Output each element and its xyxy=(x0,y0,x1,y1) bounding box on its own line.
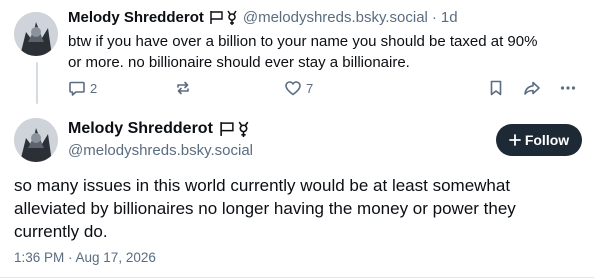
like-count: 7 xyxy=(306,80,314,96)
main-author-name[interactable]: Melody Shredderot xyxy=(68,120,213,138)
like-button[interactable]: 7 xyxy=(284,79,313,97)
main-timestamp[interactable]: 1:36 PM · Aug 17, 2026 xyxy=(14,250,156,265)
share-button[interactable] xyxy=(523,79,541,97)
parent-separator: · xyxy=(431,9,437,26)
main-post-text: so many issues in this world currently w… xyxy=(14,174,516,243)
repost-icon xyxy=(174,79,192,97)
follow-label: Follow xyxy=(524,132,570,148)
reply-icon xyxy=(68,79,86,97)
parent-avatar[interactable] xyxy=(14,12,58,56)
parent-author-name[interactable]: Melody Shredderot xyxy=(68,9,204,26)
thread-line xyxy=(36,62,38,104)
like-icon xyxy=(284,79,302,97)
main-text-line-2: alleviated by billionaires no longer hav… xyxy=(14,199,516,218)
pride-flag-icon xyxy=(209,10,224,25)
pride-flag-icon xyxy=(219,121,235,137)
trans-symbol-icon xyxy=(225,10,239,26)
more-options-button[interactable] xyxy=(559,79,577,97)
trans-symbol-icon xyxy=(236,121,251,138)
parent-post-text: btw if you have over a billion to your n… xyxy=(68,31,537,73)
parent-header: Melody Shredderot @melodyshreds.bsky.soc… xyxy=(68,9,458,26)
bookmark-icon xyxy=(487,79,505,97)
parent-text-line-2: or more. no billionaire should ever stay… xyxy=(68,54,410,71)
main-avatar[interactable] xyxy=(14,118,58,162)
parent-time-ago[interactable]: 1d xyxy=(441,9,458,26)
repost-button[interactable] xyxy=(174,79,196,97)
bookmark-button[interactable] xyxy=(487,79,505,97)
parent-handle[interactable]: @melodyshreds.bsky.social xyxy=(243,9,428,26)
main-handle[interactable]: @melodyshreds.bsky.social xyxy=(68,142,253,159)
share-icon xyxy=(523,79,541,97)
follow-button[interactable]: Follow xyxy=(496,124,582,156)
plus-icon xyxy=(508,134,521,146)
reply-count: 2 xyxy=(90,80,98,96)
main-author-row: Melody Shredderot xyxy=(68,120,251,138)
parent-text-line-1: btw if you have over a billion to your n… xyxy=(68,33,538,50)
main-text-line-3: currently do. xyxy=(14,222,108,241)
reply-button[interactable]: 2 xyxy=(68,79,97,97)
more-icon xyxy=(559,79,577,97)
bottom-divider xyxy=(0,277,594,278)
main-text-line-1: so many issues in this world currently w… xyxy=(14,176,511,195)
